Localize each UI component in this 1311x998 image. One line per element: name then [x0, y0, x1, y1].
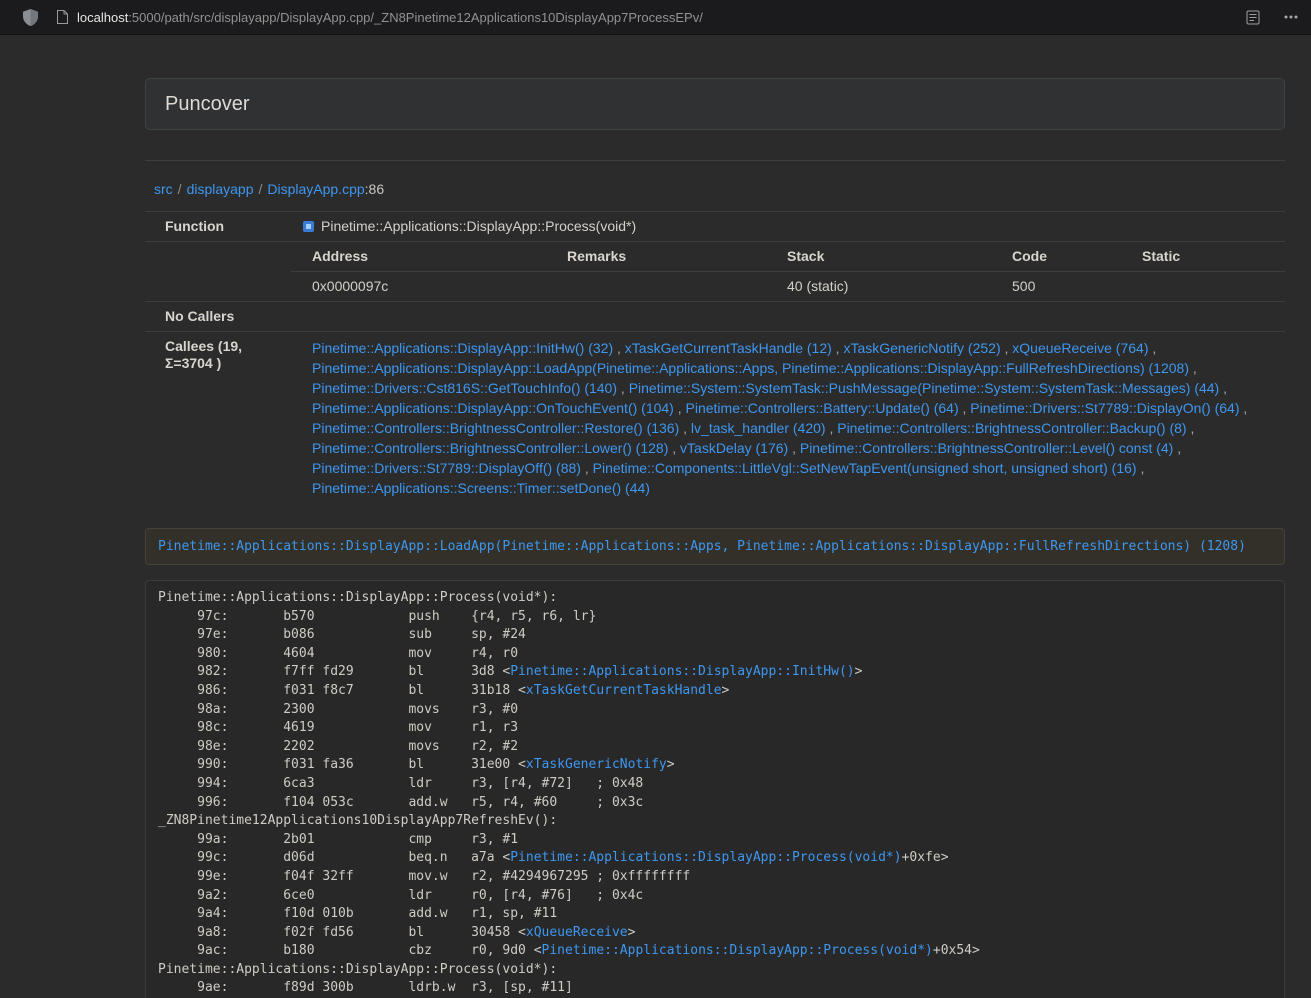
no-callers-row: No Callers	[145, 302, 1285, 332]
callee-link[interactable]: Pinetime::Components::LittleVgl::SetNewT…	[593, 460, 1137, 476]
metrics-row-label	[145, 242, 291, 302]
overflow-menu-icon[interactable]	[1284, 15, 1298, 19]
callee-link[interactable]: Pinetime::Drivers::St7789::DisplayOn() (…	[970, 400, 1239, 416]
callees-label: Callees (19, Σ=3704 )	[145, 332, 291, 507]
static-value	[1121, 272, 1285, 302]
callees-list: Pinetime::Applications::DisplayApp::Init…	[291, 332, 1285, 507]
callee-link[interactable]: Pinetime::Controllers::BrightnessControl…	[312, 440, 668, 456]
symbol-table: Function Pinetime::Applications::Display…	[145, 211, 1285, 506]
page-icon	[56, 10, 68, 24]
function-name: Pinetime::Applications::DisplayApp::Proc…	[321, 218, 636, 235]
shield-icon[interactable]	[23, 9, 38, 26]
callee-separator: ,	[679, 420, 691, 436]
callee-link[interactable]: Pinetime::Applications::DisplayApp::Init…	[312, 340, 613, 356]
callee-separator: ,	[1148, 340, 1156, 356]
callee-link[interactable]: Pinetime::Drivers::Cst816S::GetTouchInfo…	[312, 380, 617, 396]
metrics-row: Address Remarks Stack Code Static 0x0000…	[145, 242, 1285, 302]
disasm-symbol-link[interactable]: Pinetime::Applications::DisplayApp::Proc…	[542, 943, 933, 958]
disasm-symbol-link[interactable]: xTaskGetCurrentTaskHandle	[526, 683, 722, 698]
toolbar-actions	[1246, 10, 1298, 25]
callee-link[interactable]: Pinetime::Drivers::St7789::DisplayOff() …	[312, 460, 581, 476]
callee-separator: ,	[617, 380, 629, 396]
remarks-value	[546, 272, 766, 302]
callee-separator: ,	[581, 460, 593, 476]
column-header-static: Static	[1121, 242, 1285, 272]
breadcrumb: src/displayapp/DisplayApp.cpp:86	[145, 181, 1285, 198]
url-path: :5000/path/src/displayapp/DisplayApp.cpp…	[128, 10, 703, 25]
breadcrumb-links: src/displayapp/DisplayApp.cpp	[154, 181, 365, 197]
app-header: Puncover	[145, 78, 1285, 130]
callee-link[interactable]: lv_task_handler (420)	[691, 420, 826, 436]
breadcrumb-line-number: :86	[365, 181, 384, 197]
callee-separator: ,	[1001, 340, 1013, 356]
callee-link[interactable]: xTaskGenericNotify (252)	[843, 340, 1000, 356]
callee-link[interactable]: Pinetime::Controllers::Battery::Update()…	[686, 400, 959, 416]
disasm-symbol-link[interactable]: Pinetime::Applications::DisplayApp::Init…	[510, 664, 854, 679]
breadcrumb-separator: /	[254, 181, 268, 197]
method-icon	[302, 220, 315, 233]
page-title: Puncover	[165, 93, 250, 115]
metrics-values-row: 0x0000097c 40 (static) 500	[291, 272, 1285, 302]
callee-link[interactable]: Pinetime::Controllers::BrightnessControl…	[837, 420, 1186, 436]
callee-link[interactable]: xQueueReceive (764)	[1012, 340, 1148, 356]
callee-link[interactable]: Pinetime::Applications::DisplayApp::Load…	[312, 360, 1189, 376]
callee-separator: ,	[1173, 440, 1181, 456]
column-header-address: Address	[291, 242, 546, 272]
callee-separator: ,	[1187, 420, 1195, 436]
callee-separator: ,	[668, 440, 680, 456]
browser-chrome: localhost:5000/path/src/displayapp/Displ…	[0, 0, 1311, 35]
disasm-symbol-link[interactable]: Pinetime::Applications::DisplayApp::Proc…	[510, 850, 901, 865]
callee-separator: ,	[832, 340, 844, 356]
callee-link[interactable]: vTaskDelay (176)	[680, 440, 788, 456]
breadcrumb-separator: /	[173, 181, 187, 197]
page-content: Puncover src/displayapp/DisplayApp.cpp:8…	[145, 35, 1285, 998]
highlighted-symbol: Pinetime::Applications::DisplayApp::Load…	[145, 528, 1285, 565]
disasm-symbol-link[interactable]: xQueueReceive	[526, 925, 628, 940]
callee-link[interactable]: xTaskGetCurrentTaskHandle (12)	[625, 340, 832, 356]
callee-separator: ,	[613, 340, 625, 356]
callee-link[interactable]: Pinetime::Applications::DisplayApp::OnTo…	[312, 400, 674, 416]
url-bar[interactable]: localhost:5000/path/src/displayapp/Displ…	[77, 10, 1246, 25]
column-header-code: Code	[991, 242, 1121, 272]
callee-separator: ,	[1189, 360, 1197, 376]
column-header-remarks: Remarks	[546, 242, 766, 272]
callee-link[interactable]: Pinetime::Controllers::BrightnessControl…	[312, 420, 679, 436]
callee-link[interactable]: Pinetime::Applications::Screens::Timer::…	[312, 480, 650, 496]
callee-link[interactable]: Pinetime::System::SystemTask::PushMessag…	[629, 380, 1220, 396]
reader-mode-icon[interactable]	[1246, 10, 1260, 25]
code-value: 500	[991, 272, 1121, 302]
callee-separator: ,	[1219, 380, 1227, 396]
metrics-table: Address Remarks Stack Code Static 0x0000…	[291, 242, 1285, 301]
function-row: Function Pinetime::Applications::Display…	[145, 212, 1285, 242]
disassembly: Pinetime::Applications::DisplayApp::Proc…	[145, 580, 1285, 998]
function-label: Function	[145, 212, 291, 242]
no-callers-label: No Callers	[145, 302, 291, 332]
divider	[145, 160, 1285, 161]
callees-row: Callees (19, Σ=3704 ) Pinetime::Applicat…	[145, 332, 1285, 507]
callee-link[interactable]: Pinetime::Controllers::BrightnessControl…	[800, 440, 1173, 456]
stack-value: 40 (static)	[766, 272, 991, 302]
callee-separator: ,	[1137, 460, 1145, 476]
url-host: localhost	[77, 10, 128, 25]
callee-separator: ,	[788, 440, 800, 456]
breadcrumb-link[interactable]: displayapp	[187, 181, 254, 197]
callee-separator: ,	[1240, 400, 1248, 416]
column-header-stack: Stack	[766, 242, 991, 272]
callee-separator: ,	[826, 420, 838, 436]
disasm-symbol-link[interactable]: xTaskGenericNotify	[526, 757, 667, 772]
highlighted-symbol-link[interactable]: Pinetime::Applications::DisplayApp::Load…	[158, 539, 1246, 554]
callee-separator: ,	[674, 400, 686, 416]
address-value: 0x0000097c	[291, 272, 546, 302]
breadcrumb-link[interactable]: src	[154, 181, 173, 197]
breadcrumb-link[interactable]: DisplayApp.cpp	[267, 181, 364, 197]
callee-separator: ,	[959, 400, 971, 416]
